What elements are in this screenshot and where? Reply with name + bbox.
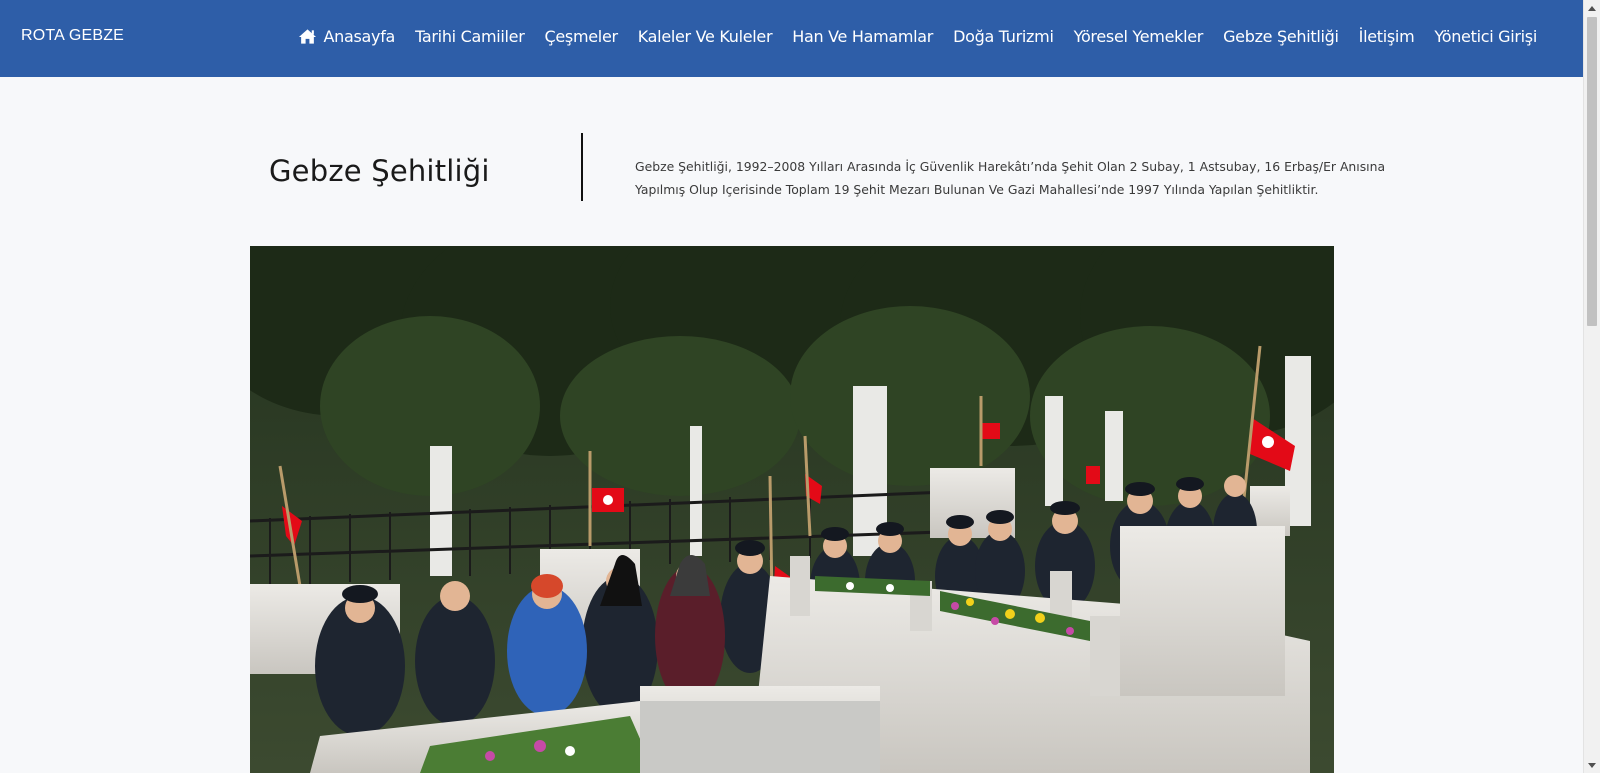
brand-logo-link[interactable]: ROTA GEBZE <box>21 0 124 77</box>
nav-item-cesmeler: Çeşmeler <box>535 27 628 46</box>
cemetery-ceremony-photo <box>250 246 1334 773</box>
photo-illustration <box>250 246 1334 773</box>
nav-item-yonetici-girisi: Yönetici Girişi <box>1424 27 1547 46</box>
top-navbar: ROTA GEBZE Anasayfa Tarihi Camiiler Çeşm… <box>0 0 1583 77</box>
nav-link-kaleler-ve-kuleler[interactable]: Kaleler Ve Kuleler <box>638 27 773 46</box>
nav-item-kaleler-ve-kuleler: Kaleler Ve Kuleler <box>628 27 782 46</box>
nav-item-iletisim: İletişim <box>1349 27 1425 46</box>
nav-item-gebze-sehitligi: Gebze Şehitliği <box>1213 27 1349 46</box>
scrollbar-thumb[interactable] <box>1587 17 1597 326</box>
nav-link-yoresel-yemekler[interactable]: Yöresel Yemekler <box>1074 27 1204 46</box>
nav-link-iletisim[interactable]: İletişim <box>1359 27 1415 46</box>
nav-link-doga-turizmi[interactable]: Doğa Turizmi <box>953 27 1054 46</box>
nav-item-yoresel-yemekler: Yöresel Yemekler <box>1064 27 1213 46</box>
nav-link-anasayfa[interactable]: Anasayfa <box>298 26 396 46</box>
title-divider <box>581 133 583 201</box>
home-icon <box>298 28 316 44</box>
vertical-scrollbar[interactable] <box>1583 0 1600 773</box>
nav-link-tarihi-camiiler[interactable]: Tarihi Camiiler <box>415 27 525 46</box>
nav-link-han-ve-hamamlar[interactable]: Han Ve Hamamlar <box>792 27 933 46</box>
nav-label: Anasayfa <box>323 26 396 46</box>
page-title: Gebze Şehitliği <box>269 154 490 188</box>
nav-item-doga-turizmi: Doğa Turizmi <box>943 27 1064 46</box>
scroll-down-arrow-icon[interactable] <box>1584 757 1600 773</box>
nav-link-yonetici-girisi[interactable]: Yönetici Girişi <box>1434 27 1537 46</box>
nav-link-gebze-sehitligi[interactable]: Gebze Şehitliği <box>1223 27 1339 46</box>
main-nav: Anasayfa Tarihi Camiiler Çeşmeler Kalele… <box>288 0 1547 72</box>
nav-item-tarihi-camiiler: Tarihi Camiiler <box>405 27 534 46</box>
nav-link-cesmeler[interactable]: Çeşmeler <box>545 27 619 46</box>
scroll-up-arrow-icon[interactable] <box>1584 0 1600 16</box>
page-description: Gebze Şehitliği, 1992–2008 Yılları Arası… <box>635 159 1386 197</box>
nav-item-han-ve-hamamlar: Han Ve Hamamlar <box>782 27 943 46</box>
nav-item-anasayfa: Anasayfa <box>288 27 406 46</box>
